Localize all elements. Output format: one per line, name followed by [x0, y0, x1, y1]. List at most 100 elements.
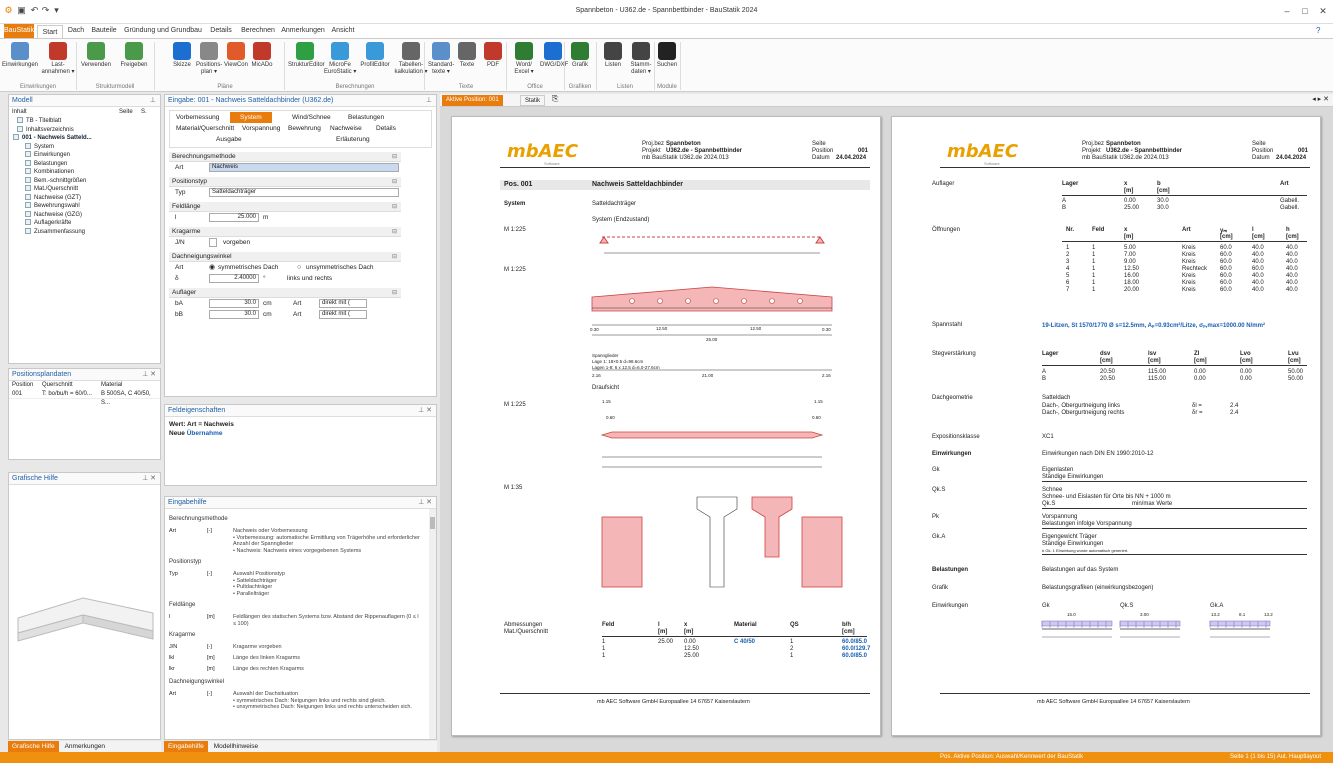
tree-item[interactable]: Nachweise (GZT)	[13, 193, 160, 203]
tree-item[interactable]: Bem.-schnittgrößen	[13, 176, 160, 186]
ribbon-button[interactable]: MicroFe EuroStatic ▾	[324, 41, 356, 83]
tab-bewehrung[interactable]: Bewehrung	[288, 125, 321, 132]
tab-berechnen[interactable]: Berechnen	[238, 24, 278, 38]
tree-node-icon	[25, 202, 31, 209]
l-input[interactable]: 25.000	[209, 213, 259, 222]
pin-icon[interactable]: ⊥ ✕	[418, 497, 432, 509]
tab-wind-schnee[interactable]: Wind/Schnee	[292, 114, 331, 121]
tree-item[interactable]: TB - Titelblatt	[13, 117, 160, 126]
ribbon-button[interactable]: Tabellen- kalkulation ▾	[394, 41, 428, 83]
pin-icon[interactable]: ⊥	[150, 95, 156, 107]
tree-item[interactable]: System	[13, 142, 160, 152]
kragarme-checkbox[interactable]	[209, 238, 217, 247]
minimize-button[interactable]: –	[1280, 6, 1294, 16]
delta-input[interactable]: 2.40000	[209, 274, 259, 283]
tab-erlaeuterung[interactable]: Erläuterung	[336, 136, 370, 143]
ribbon-button[interactable]: Skizze	[170, 41, 194, 83]
pin-icon[interactable]: ⊥ ✕	[142, 473, 156, 485]
tab-system[interactable]: System	[230, 112, 272, 123]
section-label: Spannstahl	[932, 322, 963, 328]
tab-ausgabe[interactable]: Ausgabe	[216, 136, 242, 143]
help-icon[interactable]: ?	[1316, 26, 1320, 35]
ribbon-button[interactable]: Grafik	[568, 41, 592, 83]
pin-icon[interactable]: ⊥ ✕	[418, 405, 432, 417]
tree-item[interactable]: Mat./Querschnitt	[13, 185, 160, 194]
ribbon-button[interactable]: DWG/DXF	[540, 41, 569, 83]
ribbon-button[interactable]: ViewCon	[224, 41, 248, 83]
bb-input[interactable]: 30.0	[209, 310, 259, 319]
tab-baustatik[interactable]: BauStatik	[4, 24, 34, 38]
new-doc-icon[interactable]: ⎘	[552, 94, 558, 104]
ribbon-button[interactable]: StrukturEditor	[288, 41, 325, 83]
close-button[interactable]: ✕	[1316, 6, 1330, 17]
collapse-icon[interactable]: ⊟	[392, 288, 397, 298]
collapse-icon[interactable]: ⊟	[392, 152, 397, 162]
collapse-icon[interactable]: ⊟	[392, 252, 397, 262]
tab-dach[interactable]: Dach	[65, 24, 87, 38]
tab-belastungen[interactable]: Belastungen	[348, 114, 384, 121]
ribbon-button[interactable]: Last- annahmen ▾	[40, 41, 76, 83]
radio-unsym[interactable]: ○	[297, 262, 301, 273]
tab-ansicht[interactable]: Ansicht	[328, 24, 358, 38]
doc-tab-statik[interactable]: Statik	[520, 95, 546, 106]
scrollbar[interactable]	[429, 509, 436, 739]
header-value: 24.04.2024	[836, 155, 867, 161]
ribbon-button[interactable]: ProfilEditor	[358, 41, 392, 83]
ribbon-button[interactable]: Suchen	[656, 41, 678, 83]
ba-input[interactable]: 30.0	[209, 299, 259, 308]
ribbon-button[interactable]: Verwenden	[78, 41, 114, 83]
auflager-a-select[interactable]: direkt mit (	[319, 299, 367, 308]
table-row[interactable]: 001 T: bo/bu/h = 60/0... B 500SA, C 40/5…	[9, 390, 160, 406]
maximize-button[interactable]: □	[1298, 6, 1312, 16]
tab-anmerkungen[interactable]: Anmerkungen	[280, 24, 326, 38]
tab-vorbemessung[interactable]: Vorbemessung	[176, 114, 219, 121]
tree-item[interactable]: Inhaltsverzeichnis	[13, 125, 160, 135]
tree-item[interactable]: Bewehrungswahl	[13, 202, 160, 211]
doc-nav-icon[interactable]: ◂ ▸ ✕	[1312, 95, 1329, 103]
table-cell: Gabell.	[1280, 205, 1300, 211]
tab-details-input[interactable]: Details	[376, 125, 396, 132]
ribbon-button[interactable]: PDF	[480, 41, 506, 83]
art-select[interactable]: Nachweis	[209, 163, 399, 172]
ribbon-button[interactable]: Positions- plan ▾	[196, 41, 222, 83]
ribbon-button-label: DWG/DXF	[540, 62, 569, 68]
tab-material[interactable]: Material/Querschnitt	[176, 125, 234, 132]
tree-item[interactable]: Nachweise (GZG)	[13, 210, 160, 220]
ribbon-button[interactable]: Einwirkungen	[2, 41, 38, 83]
ribbon-button[interactable]: MicADo	[250, 41, 274, 83]
table-cell: 1	[602, 639, 606, 645]
doc-tab-active[interactable]: Aktive Position: 001	[442, 95, 503, 106]
ribbon-button[interactable]: Word/ Excel ▾	[510, 41, 538, 83]
tree-item[interactable]: Zusammenfassung	[13, 227, 160, 237]
collapse-icon[interactable]: ⊟	[392, 202, 397, 212]
ribbon-tabs: BauStatik Start Dach Bauteile Gründung u…	[0, 24, 1333, 38]
tree-item[interactable]: Belastungen	[13, 159, 160, 169]
collapse-icon[interactable]: ⊟	[392, 227, 397, 237]
tab-vorspannung[interactable]: Vorspannung	[242, 125, 280, 132]
tree-item-label: Kombinationen	[34, 169, 75, 175]
ribbon-button[interactable]: Listen	[600, 41, 626, 83]
ribbon-button[interactable]: Freigeben	[116, 41, 152, 83]
section-berechnungsmethode[interactable]: Berechnungsmethode ⊟	[169, 152, 401, 162]
tree-item[interactable]: Auflagerkräfte	[13, 219, 160, 228]
typ-select[interactable]: Satteldachträger	[209, 188, 399, 197]
pin-icon[interactable]: ⊥ ✕	[142, 369, 156, 381]
ribbon-button[interactable]: Stamm- daten ▾	[628, 41, 654, 83]
collapse-icon[interactable]: ⊟	[392, 177, 397, 187]
auflager-b-select[interactable]: direkt mit (	[319, 310, 367, 319]
ribbon-button[interactable]: Standard- texte ▾	[428, 41, 454, 83]
tab-nachweise[interactable]: Nachweise	[330, 125, 362, 132]
tab-bauteile[interactable]: Bauteile	[88, 24, 120, 38]
ribbon-button[interactable]: Texte	[456, 41, 478, 83]
pin-icon[interactable]: ⊥	[426, 95, 432, 107]
tab-details[interactable]: Details	[206, 24, 236, 38]
tree-item[interactable]: Einwirkungen	[13, 151, 160, 160]
spannstahl-value: 19-Litzen, St 1570/1770 Ø s=12.5mm, Aₚ=0…	[1042, 323, 1265, 329]
tab-gruendung[interactable]: Gründung und Grundbau	[122, 24, 204, 38]
radio-sym[interactable]: ◉	[209, 262, 215, 273]
tree-item[interactable]: 001 - Nachweis Satteld...	[13, 134, 160, 143]
tree-item[interactable]: Kombinationen	[13, 168, 160, 177]
tab-start[interactable]: Start	[37, 25, 63, 38]
uebernahme-link[interactable]: Übernahme	[187, 430, 223, 437]
hilfe-key: Art	[169, 691, 177, 697]
